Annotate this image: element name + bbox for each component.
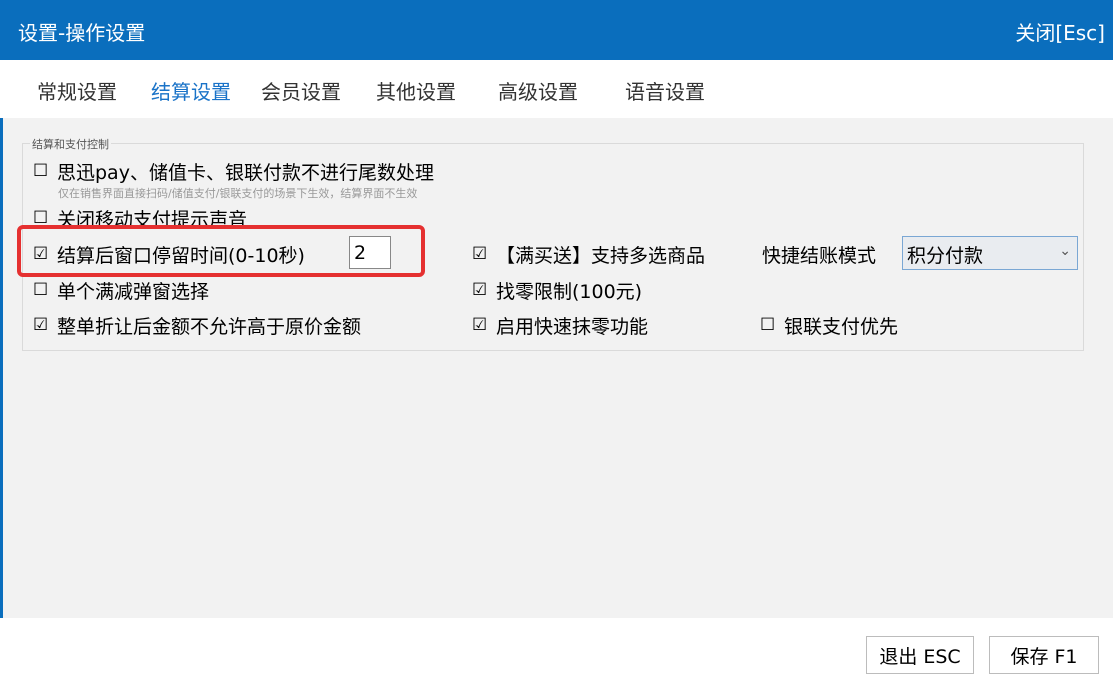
window-title: 设置-操作设置 — [18, 21, 146, 45]
tab-advanced[interactable]: 高级设置 — [498, 76, 578, 105]
tab-voice[interactable]: 语音设置 — [625, 76, 705, 105]
save-button[interactable]: 保存 F1 — [989, 636, 1099, 674]
quick-checkout-text: 快捷结账模式 — [762, 245, 877, 267]
tab-general[interactable]: 常规设置 — [37, 76, 117, 105]
option-label: 找零限制(100元) — [496, 281, 643, 303]
option-discount-limit[interactable]: ☑ 整单折让后金额不允许高于原价金额 — [33, 312, 361, 339]
chevron-down-icon: ⌄ — [1059, 243, 1071, 259]
title-bar: 设置-操作设置 关闭[Esc] — [0, 0, 1113, 60]
tab-checkout[interactable]: 结算设置 — [151, 76, 231, 105]
option-multi-select[interactable]: ☑ 【满买送】支持多选商品 — [472, 241, 705, 268]
option-label: 整单折让后金额不允许高于原价金额 — [57, 316, 362, 338]
highlight-box — [17, 225, 425, 277]
option-label: 银联支付优先 — [784, 316, 899, 338]
checkbox-checked-icon[interactable]: ☑ — [472, 246, 492, 263]
close-button[interactable]: 关闭[Esc] — [1015, 17, 1105, 46]
option-no-rounding[interactable]: ☐ 思迅pay、储值卡、银联付款不进行尾数处理 — [33, 158, 434, 185]
checkbox-checked-icon[interactable]: ☑ — [472, 282, 492, 299]
quick-checkout-select[interactable]: 积分付款 ⌄ — [902, 236, 1078, 270]
checkbox-unchecked-icon[interactable]: ☐ — [760, 317, 780, 334]
option-hint: 仅在销售界面直接扫码/储值支付/银联支付的场景下生效，结算界面不生效 — [58, 187, 418, 200]
exit-button[interactable]: 退出 ESC — [866, 636, 974, 674]
select-value: 积分付款 — [907, 245, 984, 267]
tab-bar: 常规设置 结算设置 会员设置 其他设置 高级设置 语音设置 — [0, 60, 1113, 118]
option-label: 启用快速抹零功能 — [496, 316, 649, 338]
quick-checkout-label: 快捷结账模式 — [762, 241, 876, 268]
option-single-popup[interactable]: ☐ 单个满减弹窗选择 — [33, 277, 209, 304]
option-label: 思迅pay、储值卡、银联付款不进行尾数处理 — [57, 162, 434, 184]
tab-member[interactable]: 会员设置 — [261, 76, 341, 105]
group-title: 结算和支付控制 — [30, 136, 111, 152]
option-label: 【满买送】支持多选商品 — [496, 245, 706, 267]
option-unionpay-first[interactable]: ☐ 银联支付优先 — [760, 312, 898, 339]
checkbox-unchecked-icon[interactable]: ☐ — [33, 163, 53, 180]
checkbox-checked-icon[interactable]: ☑ — [472, 317, 492, 334]
checkbox-checked-icon[interactable]: ☑ — [33, 317, 53, 334]
checkbox-unchecked-icon[interactable]: ☐ — [33, 282, 53, 299]
option-change-limit[interactable]: ☑ 找零限制(100元) — [472, 277, 642, 304]
option-quick-round[interactable]: ☑ 启用快速抹零功能 — [472, 312, 648, 339]
tab-other[interactable]: 其他设置 — [376, 76, 456, 105]
option-label: 单个满减弹窗选择 — [57, 281, 210, 303]
